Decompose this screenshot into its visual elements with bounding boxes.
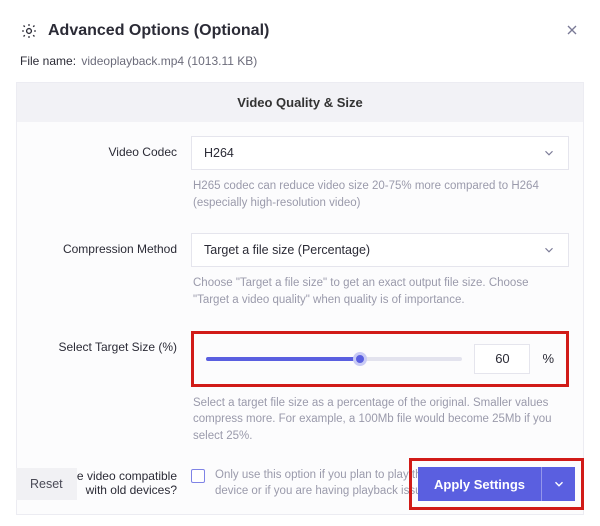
chevron-down-icon bbox=[542, 146, 556, 160]
compression-method-value: Target a file size (Percentage) bbox=[204, 243, 370, 257]
apply-settings-button[interactable]: Apply Settings bbox=[418, 467, 541, 501]
file-name-value: videoplayback.mp4 (1013.11 KB) bbox=[81, 54, 257, 68]
slider-thumb[interactable] bbox=[353, 352, 367, 366]
quality-panel: Video Quality & Size Video Codec H264 H2… bbox=[16, 82, 584, 515]
file-name-label: File name: bbox=[20, 54, 76, 68]
compression-method-label: Compression Method bbox=[31, 233, 191, 256]
target-size-hint: Select a target file size as a percentag… bbox=[193, 395, 567, 445]
target-size-input[interactable]: 60 bbox=[474, 344, 530, 374]
chevron-down-icon bbox=[542, 243, 556, 257]
video-codec-label: Video Codec bbox=[31, 136, 191, 159]
apply-highlight: Apply Settings bbox=[409, 458, 584, 510]
apply-settings-dropdown[interactable] bbox=[541, 467, 575, 501]
dialog-title: Advanced Options (Optional) bbox=[48, 22, 269, 40]
compression-method-select[interactable]: Target a file size (Percentage) bbox=[191, 233, 569, 267]
reset-button[interactable]: Reset bbox=[16, 468, 77, 500]
video-codec-value: H264 bbox=[204, 146, 234, 160]
target-size-control: 60 % bbox=[191, 331, 569, 387]
panel-title: Video Quality & Size bbox=[17, 83, 583, 122]
target-size-unit: % bbox=[542, 351, 554, 366]
compression-method-hint: Choose "Target a file size" to get an ex… bbox=[193, 275, 567, 308]
close-icon[interactable] bbox=[564, 22, 580, 38]
video-codec-select[interactable]: H264 bbox=[191, 136, 569, 170]
target-size-label: Select Target Size (%) bbox=[31, 331, 191, 354]
gear-icon bbox=[20, 22, 38, 40]
target-size-slider[interactable] bbox=[206, 351, 462, 367]
video-codec-hint: H265 codec can reduce video size 20-75% … bbox=[193, 178, 567, 211]
file-name-line: File name: videoplayback.mp4 (1013.11 KB… bbox=[0, 54, 600, 82]
